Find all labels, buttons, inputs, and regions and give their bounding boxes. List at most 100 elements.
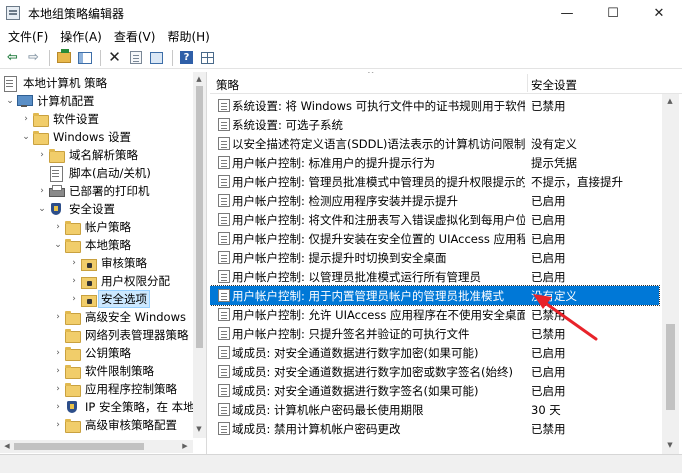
policy-row[interactable]: 域成员: 禁用计算机帐户密码更改 已禁用 bbox=[210, 419, 659, 438]
collapse-icon[interactable]: ⌄ bbox=[20, 131, 32, 143]
expand-icon[interactable]: › bbox=[52, 365, 64, 377]
policy-setting: 已禁用 bbox=[531, 99, 566, 113]
policy-row[interactable]: 用户帐户控制: 仅提升安装在安全位置的 UIAccess 应用程序 已启用 bbox=[210, 229, 659, 248]
tree-item-computer-config[interactable]: ⌄ 计算机配置 bbox=[4, 92, 97, 110]
tree-item-software-settings[interactable]: › 软件设置 bbox=[20, 110, 101, 128]
window-controls: — ☐ ✕ bbox=[544, 0, 682, 26]
back-button[interactable]: ⇦ bbox=[3, 49, 22, 67]
show-hide-tree-button[interactable] bbox=[75, 49, 94, 67]
policy-row[interactable]: 系统设置: 将 Windows 可执行文件中的证书规则用于软件... 已禁用 bbox=[210, 96, 659, 115]
expand-icon[interactable]: › bbox=[52, 221, 64, 233]
minimize-button[interactable]: — bbox=[544, 0, 590, 26]
tree-item-public-key-policies[interactable]: › 公钥策略 bbox=[52, 344, 133, 362]
policy-setting: 不提示，直接提升 bbox=[531, 175, 623, 189]
expand-icon[interactable]: › bbox=[36, 185, 48, 197]
console-tree[interactable]: 本地计算机 策略 ⌄ 计算机配置 › 软件设置 ⌄ Windows 设置 › 域… bbox=[0, 72, 207, 454]
expand-icon[interactable]: › bbox=[52, 311, 64, 323]
tree-item-security-options[interactable]: › 安全选项 bbox=[68, 290, 150, 308]
maximize-button[interactable]: ☐ bbox=[590, 0, 636, 26]
policy-setting: 已启用 bbox=[531, 346, 566, 360]
expand-icon[interactable]: › bbox=[68, 275, 80, 287]
scroll-left-icon[interactable]: ◀ bbox=[2, 441, 12, 451]
policy-row[interactable]: 域成员: 计算机帐户密码最长使用期限 30 天 bbox=[210, 400, 659, 419]
tree-item-security-settings[interactable]: ⌄ 安全设置 bbox=[36, 200, 117, 218]
tree-item-app-control[interactable]: › 应用程序控制策略 bbox=[52, 380, 179, 398]
tree-item-label: 用户权限分配 bbox=[101, 274, 170, 288]
policy-row[interactable]: 用户帐户控制: 只提升签名并验证的可执行文件 已禁用 bbox=[210, 324, 659, 343]
scroll-down-icon[interactable]: ▼ bbox=[665, 440, 675, 450]
collapse-icon[interactable]: ⌄ bbox=[4, 95, 16, 107]
export-list-button[interactable] bbox=[147, 49, 166, 67]
policy-row-selected[interactable]: 用户帐户控制: 用于内置管理员帐户的管理员批准模式 没有定义 bbox=[210, 285, 660, 306]
collapse-icon[interactable]: ⌄ bbox=[36, 203, 48, 215]
policy-row[interactable]: 用户帐户控制: 将文件和注册表写入错误虚拟化到每用户位置 已启用 bbox=[210, 210, 659, 229]
tree-hscroll-thumb[interactable] bbox=[14, 443, 144, 450]
policy-name: 用户帐户控制: 将文件和注册表写入错误虚拟化到每用户位置 bbox=[232, 213, 525, 227]
tree-item-local-policy[interactable]: 本地计算机 策略 bbox=[2, 74, 109, 92]
policy-row[interactable]: 用户帐户控制: 以管理员批准模式运行所有管理员 已启用 bbox=[210, 267, 659, 286]
scroll-up-icon[interactable]: ▲ bbox=[194, 74, 204, 84]
up-level-button[interactable] bbox=[54, 49, 73, 67]
tree-item-windows-settings[interactable]: ⌄ Windows 设置 bbox=[20, 128, 133, 146]
policy-row[interactable]: 用户帐户控制: 允许 UIAccess 应用程序在不使用安全桌面... 已禁用 bbox=[210, 305, 659, 324]
scroll-right-icon[interactable]: ▶ bbox=[180, 441, 190, 451]
column-separator[interactable] bbox=[527, 74, 528, 92]
column-header-setting[interactable]: 安全设置 bbox=[531, 77, 577, 93]
tree-horizontal-scrollbar[interactable]: ◀ ▶ bbox=[0, 440, 193, 453]
expand-icon[interactable]: › bbox=[68, 293, 80, 305]
tree-item-user-rights[interactable]: › 用户权限分配 bbox=[68, 272, 172, 290]
policy-row[interactable]: 用户帐户控制: 标准用户的提升提示行为 提示凭据 bbox=[210, 153, 659, 172]
tree-scroll-thumb[interactable] bbox=[196, 86, 203, 348]
list-scroll-thumb[interactable] bbox=[666, 324, 675, 410]
policy-row[interactable]: 域成员: 对安全通道数据进行数字签名(如果可能) 已启用 bbox=[210, 381, 659, 400]
policy-row[interactable]: 系统设置: 可选子系统 bbox=[210, 115, 659, 134]
delete-button[interactable]: ✕ bbox=[105, 49, 124, 67]
tree-item-account-policies[interactable]: › 帐户策略 bbox=[52, 218, 133, 236]
policy-row[interactable]: 域成员: 对安全通道数据进行数字加密(如果可能) 已启用 bbox=[210, 343, 659, 362]
expand-icon[interactable]: › bbox=[68, 257, 80, 269]
policy-row[interactable]: 用户帐户控制: 提示提升时切换到安全桌面 已启用 bbox=[210, 248, 659, 267]
filter-icon bbox=[201, 51, 214, 64]
tree-item-windows-firewall[interactable]: › 高级安全 Windows bbox=[52, 308, 188, 326]
properties-button[interactable] bbox=[126, 49, 145, 67]
policy-row[interactable]: 用户帐户控制: 检测应用程序安装并提示提升 已启用 bbox=[210, 191, 659, 210]
help-button[interactable]: ? bbox=[177, 49, 196, 67]
menu-view[interactable]: 查看(V) bbox=[108, 28, 162, 45]
expand-icon[interactable]: › bbox=[20, 113, 32, 125]
policy-row[interactable]: 域成员: 对安全通道数据进行数字加密或数字签名(始终) 已启用 bbox=[210, 362, 659, 381]
tree-item-name-resolution-policy[interactable]: › 域名解析策略 bbox=[36, 146, 140, 164]
tree-item-label: 计算机配置 bbox=[37, 94, 95, 108]
expand-icon[interactable]: › bbox=[36, 149, 48, 161]
tree-item-advanced-audit[interactable]: › 高级审核策略配置 bbox=[52, 416, 179, 434]
tree-item-ip-security[interactable]: › IP 安全策略，在 本地 bbox=[52, 398, 197, 416]
tree-item-deployed-printers[interactable]: › 已部署的打印机 bbox=[36, 182, 152, 200]
policy-row[interactable]: 以安全描述符定义语言(SDDL)语法表示的计算机访问限制 没有定义 bbox=[210, 134, 659, 153]
menu-action[interactable]: 操作(A) bbox=[54, 28, 108, 45]
tree-item-label: 安全设置 bbox=[69, 202, 115, 216]
app-icon bbox=[6, 6, 20, 20]
policy-name: 域成员: 对安全通道数据进行数字加密(如果可能) bbox=[232, 346, 479, 360]
menu-help[interactable]: 帮助(H) bbox=[161, 28, 215, 45]
scroll-up-icon[interactable]: ▲ bbox=[665, 96, 675, 106]
tree-item-local-policies[interactable]: ⌄ 本地策略 bbox=[52, 236, 133, 254]
collapse-icon[interactable]: ⌄ bbox=[52, 239, 64, 251]
scroll-down-icon[interactable]: ▼ bbox=[194, 424, 204, 434]
list-vertical-scrollbar[interactable]: ▲ ▼ bbox=[662, 94, 679, 454]
tree-item-audit-policy[interactable]: › 审核策略 bbox=[68, 254, 149, 272]
expand-icon[interactable]: › bbox=[52, 347, 64, 359]
tree-item-label: 软件限制策略 bbox=[85, 364, 154, 378]
tree-item-software-restriction[interactable]: › 软件限制策略 bbox=[52, 362, 156, 380]
filter-button[interactable] bbox=[198, 49, 217, 67]
tree-item-network-list-manager[interactable]: 网络列表管理器策略 bbox=[52, 326, 191, 344]
tree-item-scripts[interactable]: 脚本(启动/关机) bbox=[36, 164, 153, 182]
menu-file[interactable]: 文件(F) bbox=[2, 28, 54, 45]
expand-icon[interactable]: › bbox=[52, 383, 64, 395]
tree-vertical-scrollbar[interactable]: ▲ ▼ bbox=[193, 72, 206, 438]
close-button[interactable]: ✕ bbox=[636, 0, 682, 26]
policy-row[interactable]: 用户帐户控制: 管理员批准模式中管理员的提升权限提示的... 不提示，直接提升 bbox=[210, 172, 659, 191]
expand-icon[interactable]: › bbox=[52, 419, 64, 431]
column-header-policy[interactable]: 策略 bbox=[216, 77, 239, 93]
forward-button[interactable]: ⇨ bbox=[24, 49, 43, 67]
expand-icon[interactable]: › bbox=[52, 401, 64, 413]
policy-list[interactable]: ^ 策略 安全设置 系统设置: 将 Windows 可执行文件中的证书规则用于软… bbox=[210, 72, 682, 454]
